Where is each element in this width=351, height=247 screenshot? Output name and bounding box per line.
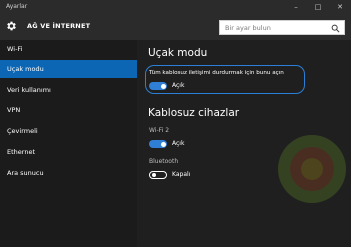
toggle-knob: [160, 83, 166, 89]
bluetooth-device-name: Bluetooth: [149, 158, 179, 165]
bluetooth-toggle-label: Kapalı: [172, 171, 191, 178]
airplane-mode-description: Tüm kablosuz iletişimi durdurmak için bu…: [149, 70, 284, 76]
airplane-mode-toggle[interactable]: [149, 82, 167, 90]
gear-icon: [7, 21, 16, 31]
toggle-knob: [151, 173, 156, 177]
window-controls: – □ ✕: [285, 0, 351, 14]
app-title: Ayarlar: [6, 3, 28, 10]
sidebar-item-vpn[interactable]: VPN: [0, 101, 137, 119]
sidebar-item-ethernet[interactable]: Ethernet: [0, 143, 137, 161]
sidebar-item-wifi[interactable]: Wi-Fi: [0, 40, 137, 58]
sidebar-item-label: Ara sunucu: [7, 169, 44, 177]
close-button[interactable]: ✕: [329, 0, 351, 14]
wireless-devices-heading: Kablosuz cihazlar: [148, 107, 240, 119]
sidebar: Wi-Fi Uçak modu Veri kullanımı VPN Çevir…: [0, 40, 137, 247]
search-input[interactable]: [225, 22, 325, 33]
settings-window: Ayarlar – □ ✕ AĞ VE İNTERNET Wi-Fi Uçak …: [0, 0, 351, 247]
wifi-toggle[interactable]: [149, 140, 167, 148]
minimize-button[interactable]: –: [285, 0, 307, 14]
sidebar-item-label: Veri kullanımı: [7, 86, 51, 94]
watermark-logo-icon: [278, 135, 346, 203]
wifi-device-name: Wi-Fi 2: [149, 127, 170, 134]
airplane-mode-heading: Uçak modu: [148, 47, 208, 59]
sidebar-item-label: Uçak modu: [7, 65, 44, 73]
sidebar-item-proxy[interactable]: Ara sunucu: [0, 164, 137, 182]
search-icon[interactable]: [331, 24, 340, 33]
wifi-toggle-label: Açık: [172, 140, 185, 147]
sidebar-item-airplane-mode[interactable]: Uçak modu: [0, 60, 137, 78]
settings-header: AĞ VE İNTERNET: [0, 14, 351, 40]
maximize-button[interactable]: □: [307, 0, 329, 14]
sidebar-item-dialup[interactable]: Çevirmeli: [0, 122, 137, 140]
sidebar-item-data-usage[interactable]: Veri kullanımı: [0, 81, 137, 99]
sidebar-item-label: Çevirmeli: [7, 127, 38, 135]
bluetooth-toggle[interactable]: [149, 171, 167, 179]
content-panel: Uçak modu Tüm kablosuz iletişimi durdurm…: [137, 40, 351, 247]
search-box[interactable]: [219, 20, 345, 35]
sidebar-item-label: VPN: [7, 106, 21, 114]
airplane-mode-toggle-label: Açık: [172, 82, 185, 89]
sidebar-item-label: Ethernet: [7, 148, 35, 156]
sidebar-item-label: Wi-Fi: [7, 45, 23, 53]
title-bar: Ayarlar – □ ✕: [0, 0, 351, 14]
toggle-knob: [160, 141, 166, 147]
section-title: AĞ VE İNTERNET: [27, 22, 91, 30]
